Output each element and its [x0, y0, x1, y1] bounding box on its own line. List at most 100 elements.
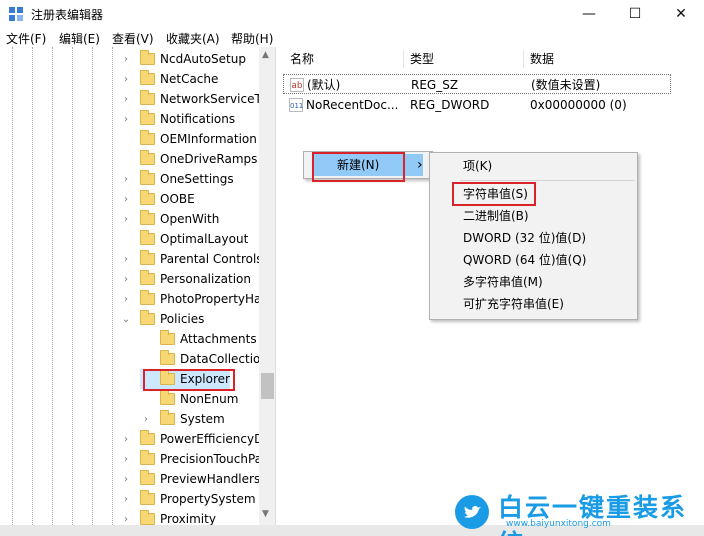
tree-guide-line: [12, 47, 13, 525]
submenu-item-qword-value[interactable]: QWORD (64 位)值(Q): [463, 249, 586, 271]
tree-item-label: DataCollection: [180, 352, 269, 366]
tree-item-optimallayout[interactable]: OptimalLayout: [120, 229, 248, 249]
folder-icon: [140, 490, 155, 505]
tree-item-onesettings[interactable]: › OneSettings: [120, 169, 234, 189]
menu-file[interactable]: 文件(F): [6, 30, 46, 47]
chevron-right-icon[interactable]: ›: [120, 474, 132, 485]
tree-item-label: NcdAutoSetup: [160, 52, 246, 66]
title-bar: 注册表编辑器 — ☐ ✕: [0, 0, 704, 27]
column-header-data[interactable]: 数据: [530, 47, 554, 71]
folder-icon: [140, 230, 155, 245]
tree-item-precisiontouchpa[interactable]: › PrecisionTouchPa: [120, 449, 262, 469]
chevron-right-icon[interactable]: ›: [120, 454, 132, 465]
folder-icon: [140, 290, 155, 305]
tree-item-proximity[interactable]: › Proximity: [120, 509, 216, 525]
watermark-url-text: www.baiyunxitong.com: [506, 519, 611, 529]
tree-item-system[interactable]: › System: [140, 409, 225, 429]
chevron-right-icon[interactable]: ›: [120, 114, 132, 125]
tree-item-photopropertyha[interactable]: › PhotoPropertyHa: [120, 289, 261, 309]
value-data: (数值未设置): [531, 78, 601, 92]
explorer-highlight-box: [143, 369, 235, 391]
column-header-name[interactable]: 名称: [290, 47, 314, 71]
tree-item-oeminformation[interactable]: OEMInformation: [120, 129, 257, 149]
tree-item-label: OneDriveRamps: [160, 152, 258, 166]
tree-item-label: Parental Controls: [160, 252, 263, 266]
menu-view[interactable]: 查看(V): [112, 30, 154, 47]
value-row-norecentdocs[interactable]: 011 NoRecentDoc... REG_DWORD 0x00000000 …: [283, 95, 671, 115]
chevron-down-icon[interactable]: ⌄: [120, 314, 132, 325]
submenu-item-dword-value[interactable]: DWORD (32 位)值(D): [463, 227, 586, 249]
folder-icon: [140, 150, 155, 165]
chevron-right-icon[interactable]: ›: [120, 174, 132, 185]
tree-item-oobe[interactable]: › OOBE: [120, 189, 195, 209]
chevron-right-icon[interactable]: ›: [140, 414, 152, 425]
folder-icon: [140, 130, 155, 145]
tree-item-propertysystem[interactable]: › PropertySystem: [120, 489, 256, 509]
chevron-right-icon[interactable]: ›: [120, 94, 132, 105]
tree-item-label: PowerEfficiencyDi: [160, 432, 267, 446]
folder-icon: [140, 50, 155, 65]
chevron-right-icon[interactable]: ›: [120, 194, 132, 205]
chevron-right-icon[interactable]: ›: [120, 434, 132, 445]
bird-icon: [464, 505, 481, 518]
tree-item-previewhandlers[interactable]: › PreviewHandlers: [120, 469, 260, 489]
tree-item-label: Attachments: [180, 332, 257, 346]
chevron-right-icon[interactable]: ›: [120, 74, 132, 85]
window-title: 注册表编辑器: [31, 8, 104, 22]
minimize-button[interactable]: —: [566, 0, 612, 27]
tree-guide-line: [112, 47, 113, 525]
chevron-right-icon[interactable]: ›: [120, 294, 132, 305]
folder-icon: [160, 350, 175, 365]
tree-item-networkservicetr[interactable]: › NetworkServiceTr: [120, 89, 265, 109]
tree-item-ncdautosetup[interactable]: › NcdAutoSetup: [120, 49, 246, 69]
value-row-default[interactable]: ab (默认) REG_SZ (数值未设置): [283, 74, 671, 94]
chevron-right-icon[interactable]: ›: [120, 274, 132, 285]
tree-item-label: OpenWith: [160, 212, 220, 226]
chevron-right-icon[interactable]: ›: [120, 214, 132, 225]
scroll-down-arrow-icon[interactable]: ▼: [262, 509, 269, 519]
submenu-item-multi-string-value[interactable]: 多字符串值(M): [463, 271, 543, 293]
chevron-right-icon[interactable]: ›: [120, 514, 132, 525]
tree-item-parental-controls[interactable]: › Parental Controls: [120, 249, 263, 269]
submenu-item-key[interactable]: 项(K): [463, 155, 492, 177]
submenu-item-binary-value[interactable]: 二进制值(B): [463, 205, 529, 227]
tree-item-nonenum[interactable]: NonEnum: [140, 389, 238, 409]
tree-item-powerefficiencydi[interactable]: › PowerEfficiencyDi: [120, 429, 267, 449]
maximize-button[interactable]: ☐: [612, 0, 658, 27]
tree-item-label: PropertySystem: [160, 492, 256, 506]
tree-item-label: Policies: [160, 312, 205, 326]
string-value-icon: ab: [290, 78, 304, 92]
registry-tree[interactable]: › NcdAutoSetup › NetCache › NetworkServi…: [0, 47, 276, 525]
menu-help[interactable]: 帮助(H): [231, 30, 273, 47]
menu-edit[interactable]: 编辑(E): [59, 30, 100, 47]
tree-item-notifications[interactable]: › Notifications: [120, 109, 235, 129]
tree-item-attachments[interactable]: Attachments: [140, 329, 257, 349]
tree-vertical-scrollbar[interactable]: [259, 47, 275, 525]
chevron-right-icon[interactable]: ›: [120, 254, 132, 265]
column-divider[interactable]: [403, 50, 404, 68]
folder-icon: [140, 90, 155, 105]
folder-icon: [140, 470, 155, 485]
column-divider[interactable]: [523, 50, 524, 68]
tree-item-policies[interactable]: ⌄ Policies: [120, 309, 204, 329]
tree-item-label: NetworkServiceTr: [160, 92, 265, 106]
tree-item-label: PhotoPropertyHa: [160, 292, 262, 306]
tree-item-netcache[interactable]: › NetCache: [120, 69, 218, 89]
tree-item-label: OptimalLayout: [160, 232, 249, 246]
value-name: (默认): [307, 78, 341, 92]
tree-item-onedriveramps[interactable]: OneDriveRamps: [120, 149, 257, 169]
menu-favorites[interactable]: 收藏夹(A): [166, 30, 220, 47]
column-header-type[interactable]: 类型: [410, 47, 434, 71]
tree-item-datacollection[interactable]: DataCollection: [140, 349, 268, 369]
chevron-right-icon[interactable]: ›: [120, 494, 132, 505]
tree-item-label: PrecisionTouchPa: [160, 452, 263, 466]
folder-icon: [140, 210, 155, 225]
tree-item-openwith[interactable]: › OpenWith: [120, 209, 219, 229]
chevron-right-icon[interactable]: ›: [120, 54, 132, 65]
tree-scroll-thumb[interactable]: [261, 373, 274, 399]
submenu-item-expandable-string-value[interactable]: 可扩充字符串值(E): [463, 293, 564, 315]
scroll-up-arrow-icon[interactable]: ▲: [262, 50, 269, 60]
tree-item-label: OneSettings: [160, 172, 234, 186]
tree-item-personalization[interactable]: › Personalization: [120, 269, 251, 289]
close-button[interactable]: ✕: [658, 0, 704, 27]
